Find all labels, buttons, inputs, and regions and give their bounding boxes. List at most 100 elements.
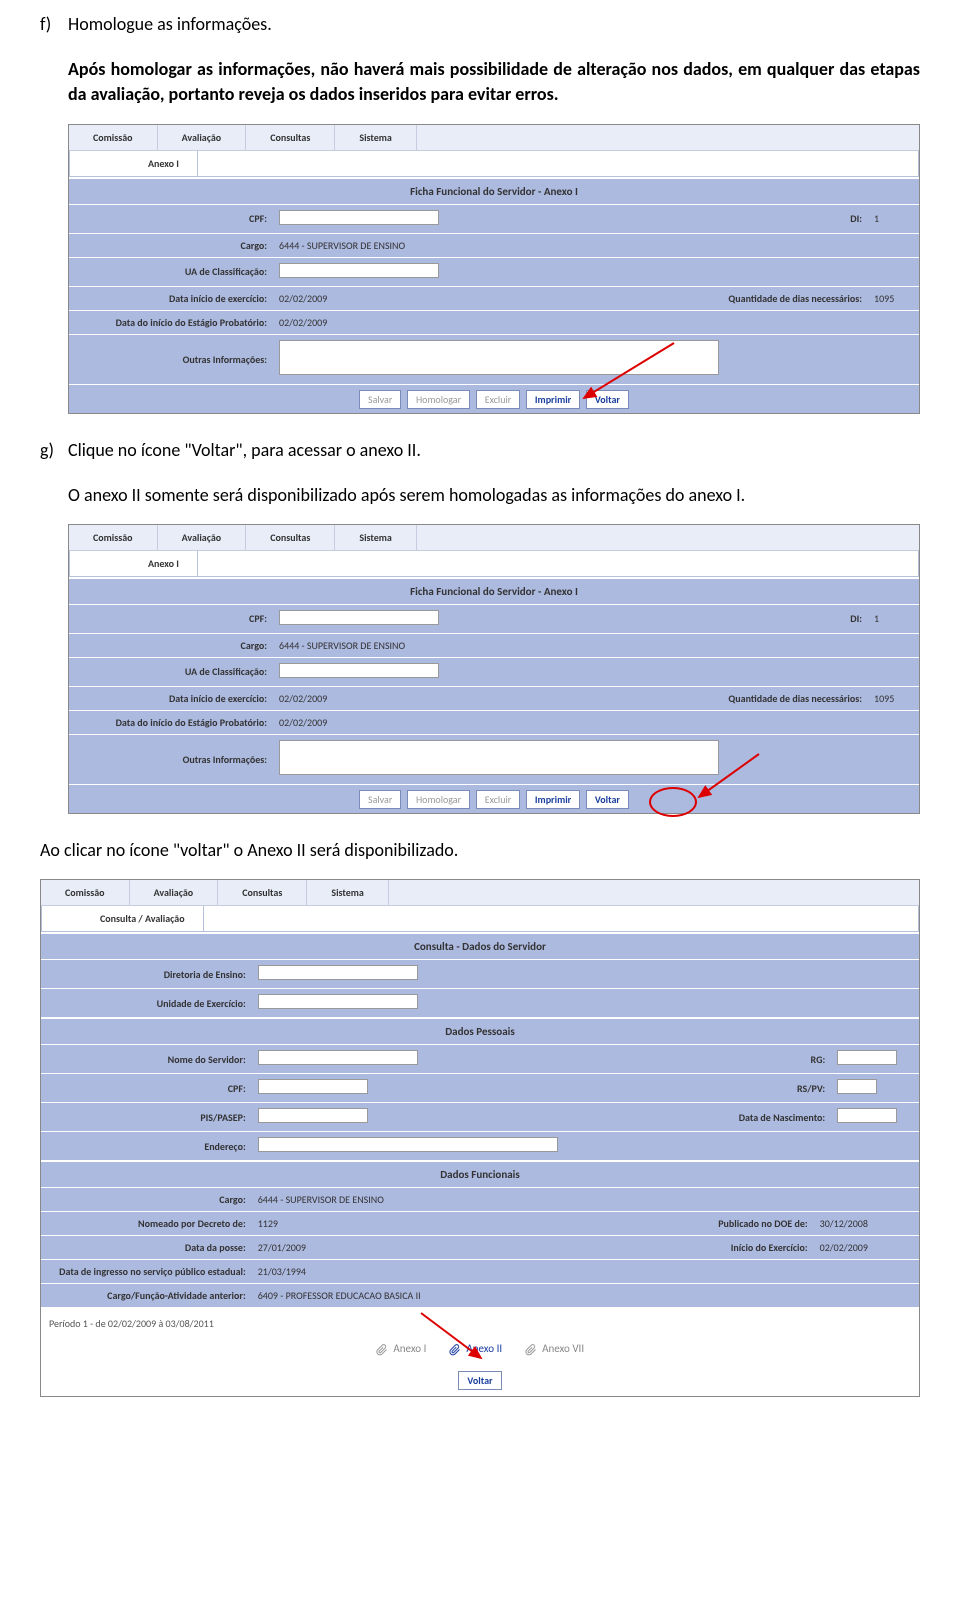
main-menu: Comissão Avaliação Consultas Sistema: [41, 880, 919, 906]
menu-comissao[interactable]: Comissão: [69, 525, 158, 550]
label-endereco: Endereço:: [41, 1132, 252, 1161]
button-bar: Salvar Homologar Excluir Imprimir Voltar: [69, 784, 919, 813]
homologar-button[interactable]: Homologar: [407, 790, 470, 809]
menu-sistema[interactable]: Sistema: [307, 880, 389, 905]
value-qtd-dias: 1095: [868, 286, 919, 310]
label-data-inicio: Data início de exercício:: [69, 686, 273, 710]
value-data-inicio: 02/02/2009: [273, 686, 681, 710]
input-nasc[interactable]: [837, 1108, 897, 1123]
input-outras[interactable]: [279, 340, 719, 375]
anexos-bar: Anexo I Anexo II Anexo VII: [41, 1334, 919, 1363]
value-data-inicio: 02/02/2009: [273, 286, 681, 310]
input-diretoria[interactable]: [258, 965, 418, 980]
save-button[interactable]: Salvar: [359, 790, 401, 809]
input-cpf2[interactable]: [258, 1079, 368, 1094]
label-data-estagio: Data do início do Estágio Probatório:: [69, 710, 273, 734]
input-endereco[interactable]: [258, 1137, 558, 1152]
subnav-anexo1[interactable]: Anexo I: [130, 551, 198, 576]
label-cargo3: Cargo:: [41, 1188, 252, 1212]
anexo7-label: Anexo VII: [542, 1342, 584, 1355]
value-nomeado: 1129: [252, 1212, 638, 1236]
excluir-button[interactable]: Excluir: [476, 390, 521, 409]
item-g-paragraph: O anexo II somente será disponibilizado …: [0, 471, 960, 516]
label-nomeado: Nomeado por Decreto de:: [41, 1212, 252, 1236]
label-inicio-ex: Início do Exercício:: [638, 1236, 814, 1260]
value-qtd-dias: 1095: [868, 686, 919, 710]
input-rg[interactable]: [837, 1050, 897, 1065]
paperclip-icon: [376, 1344, 388, 1356]
input-rspv[interactable]: [837, 1079, 877, 1094]
label-ingresso: Data de ingresso no serviço público esta…: [41, 1260, 252, 1284]
value-di: 1: [868, 204, 919, 233]
input-ua[interactable]: [279, 663, 439, 678]
label-rg: RG:: [656, 1045, 832, 1074]
label-rspv: RS/PV:: [656, 1074, 832, 1103]
input-cpf[interactable]: [279, 210, 439, 225]
list-marker-g: g): [40, 438, 54, 463]
label-diretoria: Diretoria de Ensino:: [41, 960, 252, 989]
main-menu: Comissão Avaliação Consultas Sistema: [69, 525, 919, 551]
menu-sistema[interactable]: Sistema: [335, 125, 417, 150]
item-f-paragraph: Após homologar as informações, não haver…: [68, 58, 920, 105]
value-cargo: 6444 - SUPERVISOR DE ENSINO: [273, 633, 919, 657]
voltar-button[interactable]: Voltar: [586, 390, 629, 409]
label-posse: Data da posse:: [41, 1236, 252, 1260]
label-data-inicio: Data início de exercício:: [69, 286, 273, 310]
anexo7-link[interactable]: Anexo VII: [525, 1342, 585, 1355]
label-qtd-dias: Quantidade de dias necessários:: [681, 686, 868, 710]
label-outras: Outras Informações:: [69, 734, 273, 784]
anexo1-link[interactable]: Anexo I: [376, 1342, 426, 1355]
menu-avaliacao[interactable]: Avaliação: [158, 525, 247, 550]
menu-comissao[interactable]: Comissão: [41, 880, 130, 905]
menu-consultas[interactable]: Consultas: [218, 880, 307, 905]
label-cpf2: CPF:: [41, 1074, 252, 1103]
subnav-bar: Consulta / Avaliação: [41, 906, 919, 932]
menu-consultas[interactable]: Consultas: [246, 525, 335, 550]
section-funcionais-header: Dados Funcionais: [41, 1160, 919, 1187]
label-di: DI:: [681, 604, 868, 633]
input-cpf[interactable]: [279, 610, 439, 625]
menu-comissao[interactable]: Comissão: [69, 125, 158, 150]
value-cargo-ant: 6409 - PROFESSOR EDUCACAO BASICA II: [252, 1284, 919, 1308]
input-nome[interactable]: [258, 1050, 418, 1065]
input-pis[interactable]: [258, 1108, 368, 1123]
voltar-button[interactable]: Voltar: [586, 790, 629, 809]
homologar-button[interactable]: Homologar: [407, 390, 470, 409]
paperclip-icon: [449, 1344, 461, 1356]
main-menu: Comissão Avaliação Consultas Sistema: [69, 125, 919, 151]
label-outras: Outras Informações:: [69, 334, 273, 384]
label-ua: UA de Classificação:: [69, 257, 273, 286]
input-outras[interactable]: [279, 740, 719, 775]
value-data-estagio: 02/02/2009: [273, 310, 919, 334]
menu-avaliacao[interactable]: Avaliação: [158, 125, 247, 150]
save-button[interactable]: Salvar: [359, 390, 401, 409]
subnav-bar: Anexo I: [69, 551, 919, 577]
input-unidade[interactable]: [258, 994, 418, 1009]
section-ficha-header: Ficha Funcional do Servidor - Anexo I: [69, 177, 919, 204]
value-data-estagio: 02/02/2009: [273, 710, 919, 734]
paragraph-ao-clicar: Ao clicar no ícone "voltar" o Anexo II s…: [0, 826, 960, 871]
section-ficha-header: Ficha Funcional do Servidor - Anexo I: [69, 577, 919, 604]
screenshot-anexo1-voltar: Comissão Avaliação Consultas Sistema Ane…: [68, 524, 920, 814]
imprimir-button[interactable]: Imprimir: [526, 790, 580, 809]
excluir-button[interactable]: Excluir: [476, 790, 521, 809]
item-f-title: Homologue as informações.: [68, 13, 272, 35]
subnav-anexo1[interactable]: Anexo I: [130, 151, 198, 176]
item-g-title: Clique no ícone "Voltar", para acessar o…: [68, 439, 421, 461]
input-ua[interactable]: [279, 263, 439, 278]
value-cargo: 6444 - SUPERVISOR DE ENSINO: [273, 233, 919, 257]
anexo2-link[interactable]: Anexo II: [449, 1342, 502, 1355]
menu-avaliacao[interactable]: Avaliação: [130, 880, 219, 905]
anexo2-label: Anexo II: [466, 1342, 502, 1355]
menu-consultas[interactable]: Consultas: [246, 125, 335, 150]
subnav-consulta[interactable]: Consulta / Avaliação: [82, 906, 204, 931]
imprimir-button[interactable]: Imprimir: [526, 390, 580, 409]
label-ua: UA de Classificação:: [69, 657, 273, 686]
menu-sistema[interactable]: Sistema: [335, 525, 417, 550]
periodo-text: Período 1 - de 02/02/2009 à 03/08/2011: [41, 1307, 919, 1334]
label-cargo: Cargo:: [69, 633, 273, 657]
voltar-button-bottom[interactable]: Voltar: [458, 1371, 501, 1390]
label-nome: Nome do Servidor:: [41, 1045, 252, 1074]
screenshot-consulta-dados: Comissão Avaliação Consultas Sistema Con…: [40, 879, 920, 1396]
anexo1-label: Anexo I: [393, 1342, 426, 1355]
